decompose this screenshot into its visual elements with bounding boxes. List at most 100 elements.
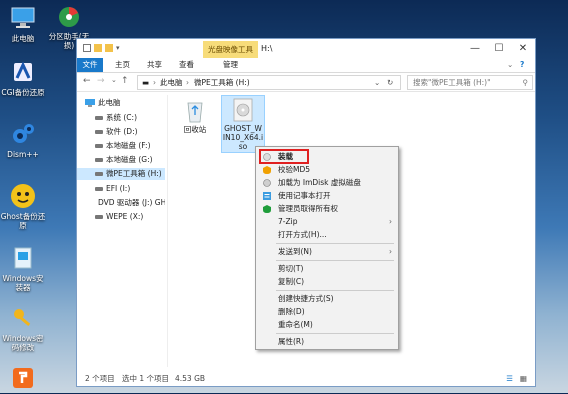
partition-icon xyxy=(55,2,83,30)
menu-item-mount[interactable]: 装载 xyxy=(256,151,398,163)
search-placeholder: 搜索"微PE工具箱 (H:)" xyxy=(413,78,491,87)
help-icon[interactable]: ? xyxy=(520,58,524,72)
imdisk-icon xyxy=(263,179,271,187)
dism-gear-icon xyxy=(9,120,37,148)
drive-small-icon: ▬ xyxy=(142,78,150,87)
minimize-button[interactable]: — xyxy=(463,39,487,58)
menu-separator xyxy=(276,260,394,261)
sidebar-item-drive-f[interactable]: 本地磁盘 (F:) xyxy=(95,140,151,152)
cgi-icon xyxy=(9,58,37,86)
status-selected: 选中 1 个项目 xyxy=(122,374,170,383)
orange-app-icon xyxy=(9,364,37,392)
menu-item-7zip[interactable]: 7-Zip › xyxy=(256,216,398,228)
tab-home[interactable]: 主页 xyxy=(115,58,130,72)
address-bar[interactable]: ▬ › 此电脑 › 微PE工具箱 (H:) ⌄ ↻ xyxy=(137,75,401,90)
drive-icon xyxy=(95,172,103,176)
status-item-count: 2 个项目 xyxy=(85,374,115,383)
status-bar: 2 个项目 选中 1 个项目 4.53 GB ☰ ▦ xyxy=(77,372,535,386)
menu-separator xyxy=(276,333,394,334)
menu-item-copy[interactable]: 复制(C) xyxy=(256,276,398,288)
address-row: ← → ⌄ ↑ ▬ › 此电脑 › 微PE工具箱 (H:) ⌄ ↻ 搜索"微PE… xyxy=(77,73,535,92)
folder-icon[interactable] xyxy=(94,44,102,52)
close-button[interactable]: ✕ xyxy=(511,39,535,58)
menu-item-cut[interactable]: 剪切(T) xyxy=(256,263,398,275)
computer-icon xyxy=(9,4,37,32)
dropdown-icon[interactable]: ▾ xyxy=(116,44,122,52)
desktop-icon-orange-app[interactable] xyxy=(0,364,46,394)
submenu-arrow-icon: › xyxy=(389,247,392,256)
shield-green-icon xyxy=(263,205,271,213)
mount-disc-icon xyxy=(263,153,271,161)
sidebar-item-drive-h[interactable]: 微PE工具箱 (H:) xyxy=(77,168,165,180)
tab-share[interactable]: 共享 xyxy=(147,58,162,72)
sidebar-item-drive-i[interactable]: EFI (I:) xyxy=(95,183,130,195)
menu-item-create-shortcut[interactable]: 创建快捷方式(S) xyxy=(256,293,398,305)
menu-item-send-to[interactable]: 发送到(N) › xyxy=(256,246,398,258)
recycle-bin-icon xyxy=(175,97,215,125)
win-installer-icon xyxy=(9,244,37,272)
menu-item-open-with[interactable]: 打开方式(H)... xyxy=(256,229,398,241)
tab-view[interactable]: 查看 xyxy=(179,58,194,72)
recent-dropdown-icon[interactable]: ⌄ xyxy=(111,76,117,84)
shield-warn-icon xyxy=(263,166,271,174)
sidebar-item-this-pc[interactable]: 此电脑 xyxy=(85,97,121,109)
folder-icon[interactable] xyxy=(105,44,113,52)
context-menu: 装载 校验MD5 加载为 ImDisk 虚拟磁盘 使用记事本打开 管理员取得所有… xyxy=(255,146,399,350)
sidebar-item-drive-x[interactable]: WEPE (X:) xyxy=(95,211,143,223)
refresh-icon[interactable]: ↻ xyxy=(387,76,393,89)
drive-icon xyxy=(95,130,103,134)
notepad-icon xyxy=(263,192,271,200)
navigation-pane: 此电脑 系统 (C:) 软件 (D:) 本地磁盘 (F:) 本地磁盘 (G:) … xyxy=(77,95,168,367)
maximize-button[interactable]: ☐ xyxy=(487,39,511,58)
desktop-icon-win-installer[interactable]: Windows安装器 xyxy=(0,244,46,292)
sidebar-item-dvd-j[interactable]: DVD 驱动器 (J:) GH xyxy=(95,197,165,209)
search-box[interactable]: 搜索"微PE工具箱 (H:)" ⚲ xyxy=(407,75,533,90)
drive-icon xyxy=(95,215,103,219)
computer-icon xyxy=(85,99,95,107)
keys-icon xyxy=(9,304,37,332)
menu-separator xyxy=(276,290,394,291)
disc-image-icon xyxy=(222,96,264,124)
title-bar: ▾ 光盘映像工具 H:\ — ☐ ✕ xyxy=(77,39,535,58)
sidebar-item-drive-d[interactable]: 软件 (D:) xyxy=(95,126,138,138)
search-icon: ⚲ xyxy=(522,78,529,87)
back-icon[interactable]: ← xyxy=(83,76,91,86)
drive-icon xyxy=(95,144,103,148)
ribbon-expand-icon[interactable]: ⌄ xyxy=(507,58,513,72)
breadcrumb-this-pc[interactable]: 此电脑 xyxy=(160,76,183,89)
details-view-icon[interactable]: ☰ xyxy=(506,372,513,386)
sidebar-item-drive-g[interactable]: 本地磁盘 (G:) xyxy=(95,154,153,166)
large-icons-view-icon[interactable]: ▦ xyxy=(520,372,527,386)
desktop-icon-password[interactable]: Windows密码修改 xyxy=(0,304,46,352)
menu-item-delete[interactable]: 删除(D) xyxy=(256,306,398,318)
drive-icon xyxy=(95,187,103,191)
desktop-icon-ghost[interactable]: Ghost备份还原 xyxy=(0,182,46,230)
tab-file[interactable]: 文件 xyxy=(77,58,103,72)
sidebar-item-drive-c[interactable]: 系统 (C:) xyxy=(95,112,137,124)
menu-item-rename[interactable]: 重命名(M) xyxy=(256,319,398,331)
menu-item-properties[interactable]: 属性(R) xyxy=(256,336,398,348)
menu-item-take-ownership[interactable]: 管理员取得所有权 xyxy=(256,203,398,215)
file-item-ghost-iso[interactable]: GHOST_W IN10_X64.i so xyxy=(221,95,265,153)
drive-icon xyxy=(95,158,103,162)
desktop-icon-dism[interactable]: Dism++ xyxy=(0,120,46,159)
tab-manage[interactable]: 管理 xyxy=(223,58,238,72)
menu-item-notepad[interactable]: 使用记事本打开 xyxy=(256,190,398,202)
address-dropdown-icon[interactable]: ⌄ xyxy=(374,76,380,89)
forward-icon[interactable]: → xyxy=(97,76,105,86)
window-controls: — ☐ ✕ xyxy=(463,39,535,58)
save-icon[interactable] xyxy=(83,44,91,52)
desktop-icon-cgi[interactable]: CGI备份还原 xyxy=(0,58,46,97)
menu-separator xyxy=(276,243,394,244)
up-icon[interactable]: ↑ xyxy=(121,76,129,86)
menu-item-imdisk[interactable]: 加载为 ImDisk 虚拟磁盘 xyxy=(256,177,398,189)
breadcrumb-separator-icon: › xyxy=(153,78,156,87)
menu-item-md5[interactable]: 校验MD5 xyxy=(256,164,398,176)
file-item-recycle-bin[interactable]: 回收站 xyxy=(175,97,215,134)
tab-disc-image-tools[interactable]: 光盘映像工具 xyxy=(203,41,258,58)
drive-icon xyxy=(95,116,103,120)
breadcrumb-drive-h[interactable]: 微PE工具箱 (H:) xyxy=(194,76,250,89)
submenu-arrow-icon: › xyxy=(389,217,392,226)
window-title: H:\ xyxy=(261,44,273,53)
desktop-icon-this-pc[interactable]: 此电脑 xyxy=(0,4,46,43)
